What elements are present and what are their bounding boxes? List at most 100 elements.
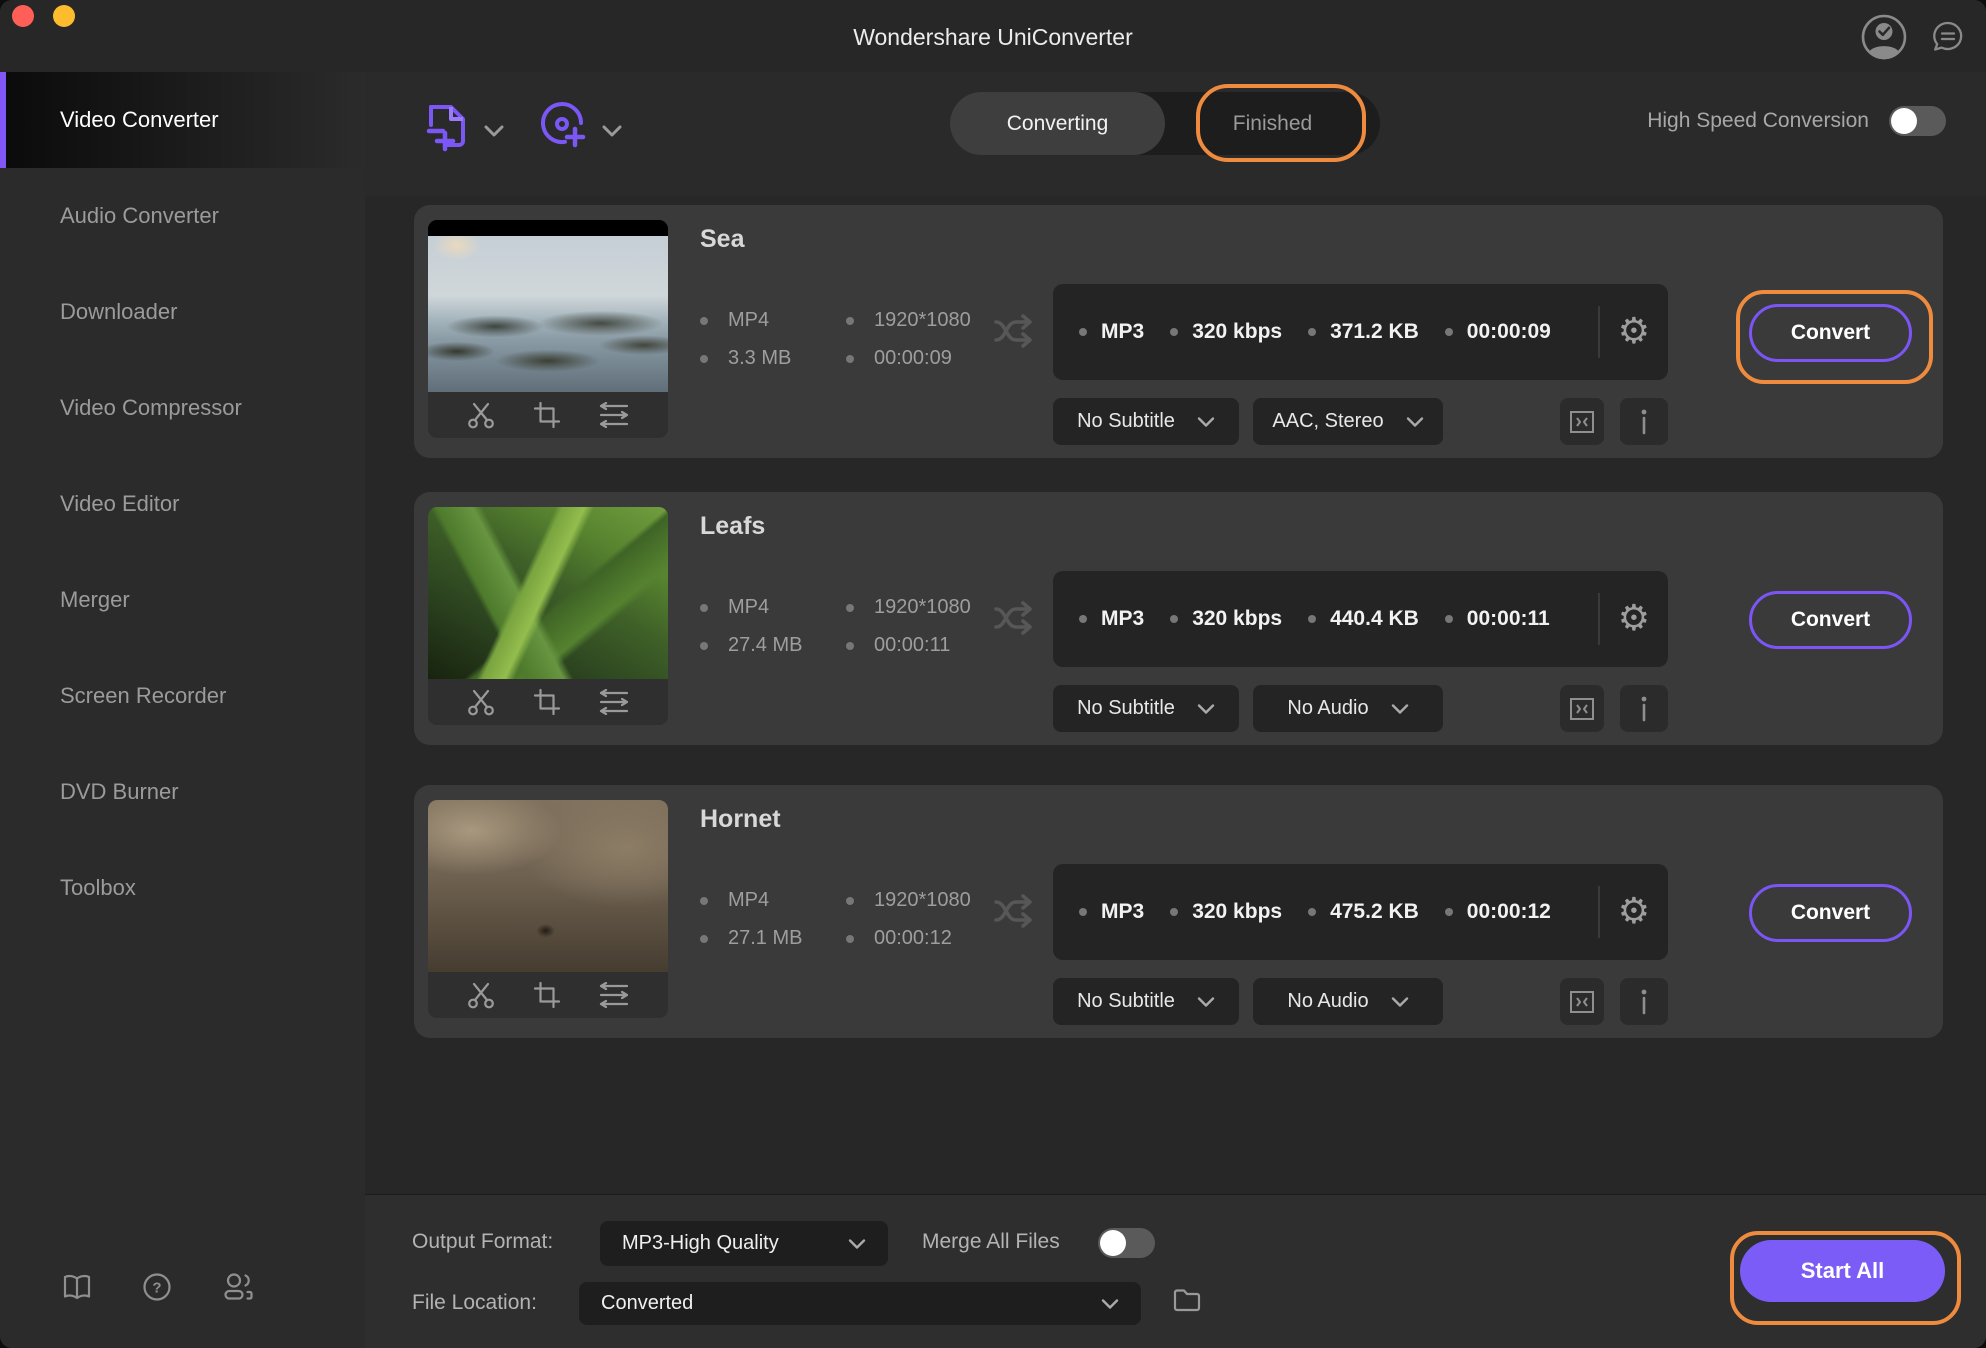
subtitle-dropdown[interactable]: No Subtitle xyxy=(1053,398,1239,445)
chevron-down-icon xyxy=(1391,996,1408,1007)
file-row-hornet: Hornet MP4 1920*1080 27.1 MB 00:00:12 MP… xyxy=(414,785,1943,1038)
help-icon[interactable]: ? xyxy=(142,1272,172,1302)
sidebar-item-label: DVD Burner xyxy=(60,779,179,804)
feedback-chat-icon[interactable] xyxy=(1930,19,1966,55)
sidebar-item-label: Merger xyxy=(60,587,130,612)
sidebar-item-screen-recorder[interactable]: Screen Recorder xyxy=(0,648,365,744)
sidebar-item-label: Video Converter xyxy=(60,107,219,132)
source-format: MP4 xyxy=(700,596,846,619)
output-duration: 00:00:12 xyxy=(1444,900,1551,924)
sidebar-item-label: Toolbox xyxy=(60,875,136,900)
app-window: Wondershare UniConverter Video Converter… xyxy=(0,0,1986,1348)
file-row-sea: Sea MP4 1920*1080 3.3 MB 00:00:09 MP3 32… xyxy=(414,205,1943,458)
sidebar-item-label: Video Editor xyxy=(60,491,180,516)
source-resolution: 1920*1080 xyxy=(846,309,971,332)
effects-icon[interactable] xyxy=(598,402,630,428)
community-icon[interactable] xyxy=(222,1272,254,1302)
source-meta-row: MP4 1920*1080 xyxy=(700,309,971,332)
sidebar-item-video-editor[interactable]: Video Editor xyxy=(0,456,365,552)
account-icon[interactable] xyxy=(1860,13,1908,61)
source-duration: 00:00:11 xyxy=(846,634,950,657)
thumbnail-image-sea xyxy=(428,220,668,392)
thumbnail-image-leafs xyxy=(428,507,668,679)
preview-button[interactable] xyxy=(1560,398,1604,445)
add-files-icon[interactable] xyxy=(423,101,471,153)
gear-icon[interactable]: ⚙ xyxy=(1618,314,1650,350)
trim-icon[interactable] xyxy=(466,688,496,716)
start-all-button[interactable]: Start All xyxy=(1740,1240,1945,1302)
convert-button[interactable]: Convert xyxy=(1749,591,1912,649)
add-dvd-icon[interactable] xyxy=(537,101,589,153)
output-format-dropdown[interactable]: MP3-High Quality xyxy=(600,1221,888,1266)
sidebar-item-dvd-burner[interactable]: DVD Burner xyxy=(0,744,365,840)
preview-button[interactable] xyxy=(1560,685,1604,732)
merge-all-files-label: Merge All Files xyxy=(922,1230,1060,1253)
output-size: 475.2 KB xyxy=(1308,900,1419,924)
sidebar-item-downloader[interactable]: Downloader xyxy=(0,264,365,360)
file-list: Sea MP4 1920*1080 3.3 MB 00:00:09 MP3 32… xyxy=(365,196,1986,1195)
chevron-down-icon xyxy=(1197,703,1215,714)
user-guide-icon[interactable] xyxy=(62,1272,92,1302)
crop-icon[interactable] xyxy=(533,981,561,1009)
source-duration: 00:00:09 xyxy=(846,347,952,370)
chevron-down-icon xyxy=(1101,1298,1119,1310)
crop-icon[interactable] xyxy=(533,688,561,716)
convert-arrow-icon xyxy=(992,596,1038,640)
file-row-leafs: Leafs MP4 1920*1080 27.4 MB 00:00:11 MP3… xyxy=(414,492,1943,745)
sidebar-item-toolbox[interactable]: Toolbox xyxy=(0,840,365,936)
gear-icon[interactable]: ⚙ xyxy=(1618,601,1650,637)
output-bitrate: 320 kbps xyxy=(1170,607,1282,631)
convert-arrow-icon xyxy=(992,889,1038,933)
audio-dropdown[interactable]: No Audio xyxy=(1253,685,1443,732)
folder-icon[interactable] xyxy=(1172,1287,1202,1313)
video-thumbnail xyxy=(428,800,668,1018)
source-size: 3.3 MB xyxy=(700,347,846,370)
crop-icon[interactable] xyxy=(533,401,561,429)
file-location-dropdown[interactable]: Converted xyxy=(579,1282,1141,1325)
chevron-down-icon[interactable] xyxy=(483,124,505,138)
info-button[interactable] xyxy=(1620,685,1668,732)
info-button[interactable] xyxy=(1620,978,1668,1025)
source-size: 27.4 MB xyxy=(700,634,846,657)
divider xyxy=(1597,306,1600,358)
output-size: 371.2 KB xyxy=(1308,320,1419,344)
merge-all-files-toggle[interactable] xyxy=(1098,1228,1155,1258)
effects-icon[interactable] xyxy=(598,689,630,715)
video-thumbnail xyxy=(428,507,668,725)
audio-dropdown[interactable]: No Audio xyxy=(1253,978,1443,1025)
audio-dropdown[interactable]: AAC, Stereo xyxy=(1253,398,1443,445)
chevron-down-icon xyxy=(1197,416,1215,427)
divider xyxy=(1597,593,1600,645)
sidebar-item-video-compressor[interactable]: Video Compressor xyxy=(0,360,365,456)
preview-button[interactable] xyxy=(1560,978,1604,1025)
subtitle-dropdown[interactable]: No Subtitle xyxy=(1053,978,1239,1025)
trim-icon[interactable] xyxy=(466,981,496,1009)
gear-icon[interactable]: ⚙ xyxy=(1618,894,1650,930)
thumbnail-toolbar xyxy=(428,392,668,438)
chevron-down-icon xyxy=(1406,416,1423,427)
source-meta-row: 27.4 MB 00:00:11 xyxy=(700,634,950,657)
thumbnail-toolbar xyxy=(428,972,668,1018)
sidebar-item-video-converter[interactable]: Video Converter xyxy=(0,72,365,168)
sidebar-item-label: Video Compressor xyxy=(60,395,242,420)
main-area: Converting Finished High Speed Conversio… xyxy=(365,72,1986,1348)
file-location-value: Converted xyxy=(601,1292,694,1314)
high-speed-toggle[interactable] xyxy=(1889,106,1946,136)
output-settings-panel: MP3 320 kbps 371.2 KB 00:00:09 ⚙ xyxy=(1053,284,1668,380)
high-speed-label: High Speed Conversion xyxy=(1647,109,1869,132)
tab-finished[interactable]: Finished xyxy=(1165,92,1380,155)
trim-icon[interactable] xyxy=(466,401,496,429)
divider xyxy=(1597,886,1600,938)
chevron-down-icon[interactable] xyxy=(601,124,623,138)
high-speed-conversion: High Speed Conversion xyxy=(1647,106,1946,136)
tab-converting[interactable]: Converting xyxy=(950,92,1165,155)
subtitle-dropdown[interactable]: No Subtitle xyxy=(1053,685,1239,732)
convert-button[interactable]: Convert xyxy=(1749,884,1912,942)
convert-button[interactable]: Convert xyxy=(1749,304,1912,362)
info-button[interactable] xyxy=(1620,398,1668,445)
effects-icon[interactable] xyxy=(598,982,630,1008)
sidebar-item-merger[interactable]: Merger xyxy=(0,552,365,648)
sidebar-item-audio-converter[interactable]: Audio Converter xyxy=(0,168,365,264)
chevron-down-icon xyxy=(1391,703,1408,714)
audio-value: No Audio xyxy=(1287,990,1369,1012)
